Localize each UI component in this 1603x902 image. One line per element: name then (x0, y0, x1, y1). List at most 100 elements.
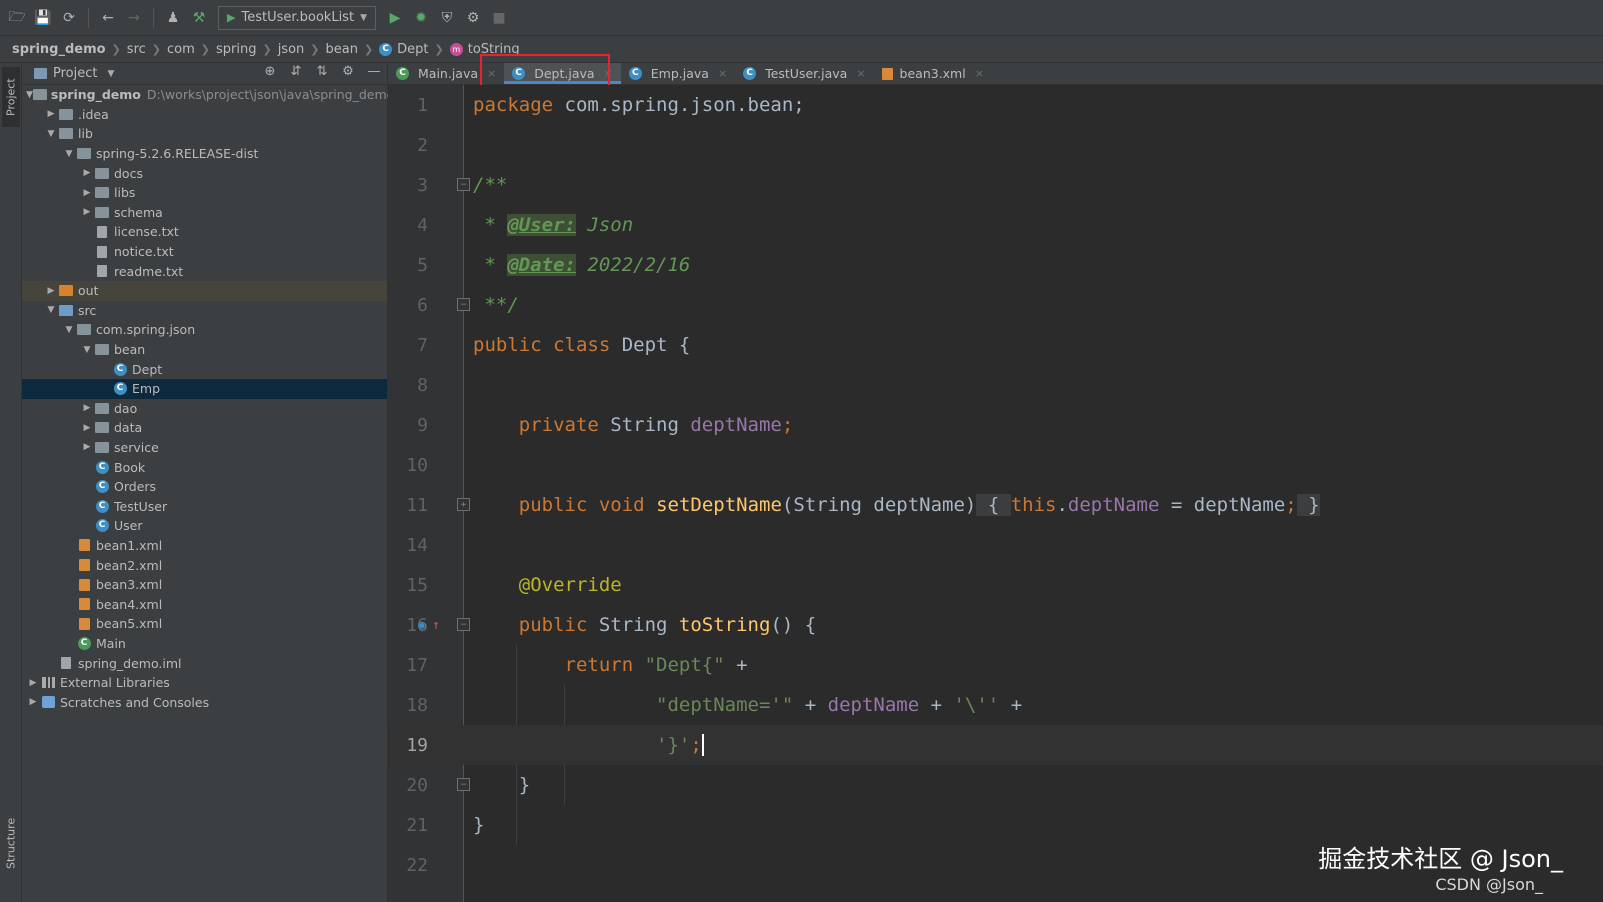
hide-panel-icon[interactable]: — (367, 64, 381, 79)
close-icon[interactable]: × (487, 67, 496, 80)
collapse-all-icon[interactable]: ⇅ (315, 64, 329, 79)
chevron-right-icon[interactable]: ▶ (26, 697, 40, 707)
chevron-right-icon[interactable]: ▶ (80, 207, 94, 217)
tree-item-bean[interactable]: ▼ bean (22, 340, 387, 360)
chevron-right-icon[interactable]: ▶ (80, 442, 94, 452)
tree-item-package[interactable]: ▼ com.spring.json (22, 320, 387, 340)
profile-icon[interactable]: ⚙ (462, 7, 484, 29)
chevron-right-icon[interactable]: ▶ (80, 168, 94, 178)
tree-item-notice[interactable]: notice.txt (22, 242, 387, 262)
xml-file-icon (76, 598, 92, 611)
settings-gear-icon[interactable]: ⚙ (341, 64, 355, 79)
chevron-down-icon[interactable]: ▼ (62, 149, 76, 159)
tree-item-libs[interactable]: ▶ libs (22, 183, 387, 203)
tree-item-dao[interactable]: ▶ dao (22, 399, 387, 419)
tab-main-java[interactable]: C Main.java × (388, 63, 504, 84)
chevron-down-icon[interactable]: ▼ (26, 90, 33, 100)
tree-item-testuser[interactable]: C TestUser (22, 496, 387, 516)
tree-item-bean4[interactable]: bean4.xml (22, 594, 387, 614)
close-icon[interactable]: × (718, 67, 727, 80)
chevron-right-icon[interactable]: ▶ (26, 678, 40, 688)
tree-item-docs[interactable]: ▶ docs (22, 163, 387, 183)
chevron-down-icon[interactable]: ▼ (80, 345, 94, 355)
tree-item-main[interactable]: C Main (22, 634, 387, 654)
tree-item-out[interactable]: ▶ out (22, 280, 387, 301)
breadcrumb-item[interactable]: com (167, 42, 195, 57)
breadcrumb-item-class[interactable]: C Dept (379, 42, 429, 57)
close-icon[interactable]: × (856, 67, 865, 80)
close-icon[interactable]: × (975, 67, 984, 80)
chevron-down-icon[interactable]: ▼ (107, 69, 114, 79)
chevron-right-icon[interactable]: ▶ (44, 286, 58, 296)
locate-target-icon[interactable]: ⊕ (263, 64, 277, 79)
sync-icon[interactable]: ⟳ (58, 7, 80, 29)
tree-item-orders[interactable]: C Orders (22, 477, 387, 497)
fold-icon[interactable]: − (457, 618, 470, 631)
coverage-icon[interactable]: ⛨ (436, 7, 458, 29)
tree-item-book[interactable]: C Book (22, 457, 387, 477)
chevron-right-icon[interactable]: ▶ (44, 109, 58, 119)
breadcrumb-item[interactable]: spring_demo (12, 42, 106, 57)
chevron-right-icon[interactable]: ▶ (80, 423, 94, 433)
chevron-right-icon[interactable]: ▶ (80, 403, 94, 413)
project-panel-title[interactable]: Project (53, 66, 97, 81)
save-icon[interactable]: 💾 (32, 7, 54, 29)
code-editor[interactable]: 1 package com.spring.json.bean; 2 3 − /*… (388, 85, 1603, 902)
open-folder-icon[interactable]: 🗁 (6, 7, 28, 29)
tree-item-emp[interactable]: C Emp (22, 378, 387, 399)
run-configuration-select[interactable]: ▶ TestUser.bookList ▼ (218, 5, 376, 30)
chevron-down-icon[interactable]: ▼ (62, 325, 76, 335)
chevron-down-icon[interactable]: ▼ (44, 129, 58, 139)
tree-item-license[interactable]: license.txt (22, 222, 387, 242)
build-hammer-icon[interactable]: ⚒ (188, 7, 210, 29)
tree-root[interactable]: ▼ spring_demo D:\works\project\json\java… (22, 85, 394, 105)
tree-item-idea[interactable]: ▶ .idea (22, 105, 387, 125)
tree-item-spring-dist[interactable]: ▼ spring-5.2.6.RELEASE-dist (22, 144, 387, 164)
tree-item-external-libraries[interactable]: ▶ External Libraries (22, 673, 387, 693)
expand-fold-icon[interactable]: + (457, 498, 470, 511)
debug-bug-icon[interactable]: ✹ (410, 7, 432, 29)
forward-arrow-icon[interactable]: → (123, 7, 145, 29)
arrow-up-icon[interactable]: ↑ (432, 618, 440, 633)
tab-testuser-java[interactable]: C TestUser.java × (735, 63, 873, 84)
tree-item-bean1[interactable]: bean1.xml (22, 536, 387, 556)
tree-item-lib[interactable]: ▼ lib (22, 124, 387, 144)
tab-emp-java[interactable]: C Emp.java × (621, 63, 735, 84)
tree-item-src[interactable]: ▼ src (22, 301, 387, 321)
tree-item-bean3[interactable]: bean3.xml (22, 575, 387, 595)
xml-file-icon (76, 578, 92, 591)
breadcrumb-item[interactable]: bean (325, 42, 357, 57)
fold-icon[interactable]: − (457, 298, 470, 311)
chevron-down-icon[interactable]: ▼ (44, 305, 58, 315)
tree-item-dept[interactable]: C Dept (22, 359, 387, 379)
tree-item-data[interactable]: ▶ data (22, 418, 387, 438)
stop-icon[interactable]: ■ (488, 7, 510, 29)
tree-item-service[interactable]: ▶ service (22, 438, 387, 458)
structure-tool-tab[interactable]: Structure (2, 808, 20, 878)
tree-item-bean2[interactable]: bean2.xml (22, 555, 387, 575)
tree-item-schema[interactable]: ▶ schema (22, 203, 387, 223)
tree-item-readme[interactable]: readme.txt (22, 261, 387, 281)
tab-bean3-xml[interactable]: bean3.xml × (874, 63, 992, 84)
project-view-icon (34, 68, 47, 79)
run-icon[interactable]: ▶ (384, 7, 406, 29)
close-icon[interactable]: × (604, 67, 613, 80)
vcs-icon[interactable]: ♟ (162, 7, 184, 29)
fold-icon[interactable]: − (457, 178, 470, 191)
breadcrumb-item[interactable]: src (127, 42, 146, 57)
tree-item-bean5[interactable]: bean5.xml (22, 614, 387, 634)
tree-item-scratches[interactable]: ▶ Scratches and Consoles (22, 692, 387, 712)
override-marker-icon[interactable]: ◉ (418, 618, 426, 633)
project-tool-tab[interactable]: Project (2, 67, 20, 127)
breadcrumb-item-method[interactable]: m toString (449, 42, 520, 57)
expand-all-icon[interactable]: ⇵ (289, 64, 303, 79)
back-arrow-icon[interactable]: ← (97, 7, 119, 29)
breadcrumb-item[interactable]: spring (216, 42, 256, 57)
tree-item-user[interactable]: C User (22, 516, 387, 536)
breadcrumb-item[interactable]: json (278, 42, 305, 57)
tab-dept-java[interactable]: C Dept.java × (504, 63, 621, 84)
fold-icon[interactable]: − (457, 778, 470, 791)
tree-item-iml[interactable]: spring_demo.iml (22, 653, 387, 673)
line-number: 7 (417, 334, 428, 356)
chevron-right-icon[interactable]: ▶ (80, 188, 94, 198)
